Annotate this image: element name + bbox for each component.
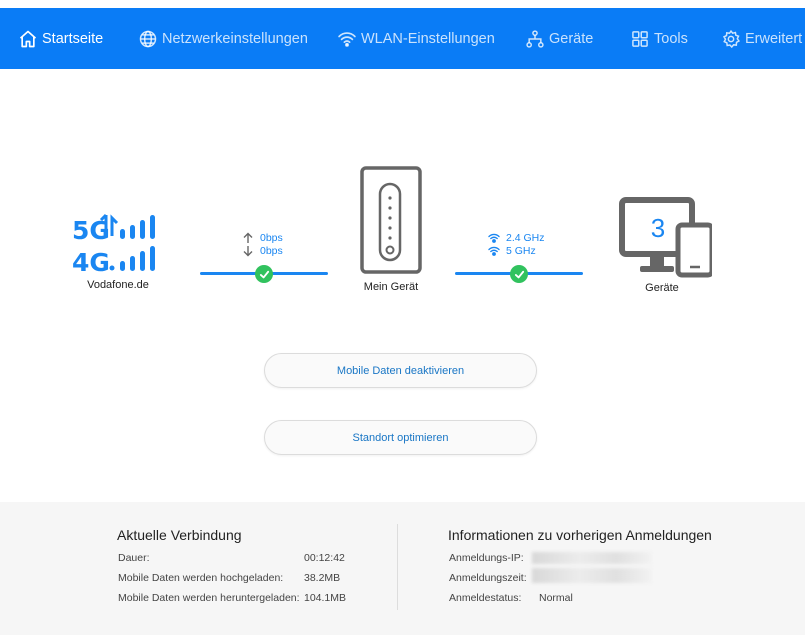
connected-devices-count: 3 [650, 213, 666, 243]
wifi-ok-check-icon [510, 265, 528, 283]
login-ip-label: Anmeldungs-IP: [449, 552, 524, 564]
info-divider [397, 524, 398, 610]
connection-duration-value: 00:12:42 [304, 552, 345, 564]
wifi-icon [338, 31, 356, 47]
devices-tree-icon [526, 29, 544, 48]
info-panel [0, 502, 805, 635]
devices-icon: 3 [612, 197, 712, 279]
nav-label: Geräte [549, 30, 594, 47]
provider-name: Vodafone.de [87, 279, 149, 291]
nav-item-startseite[interactable]: Startseite [18, 8, 103, 69]
wifi-icon [488, 246, 500, 256]
upload-volume-value: 38.2MB [304, 572, 341, 584]
upload-volume-label: Mobile Daten werden hochgeladen: [118, 572, 284, 584]
connection-title: Aktuelle Verbindung [117, 527, 242, 543]
nav-item-erweitert[interactable]: Erweitert [721, 8, 802, 69]
nav-label: WLAN-Einstellungen [361, 30, 495, 47]
nav-item-tools[interactable]: Tools [630, 8, 688, 69]
provider-node: 5G 4G Vodafone.de [62, 210, 174, 291]
optimize-location-button[interactable]: Standort optimieren [264, 420, 537, 455]
login-time-label: Anmeldungszeit: [449, 572, 527, 584]
wifi-icon [488, 233, 500, 243]
upload-rate-value: 0bps [260, 231, 283, 244]
nav-label: Erweitert [745, 30, 803, 47]
logo-5g-text: 5G [72, 216, 110, 245]
login-info-title: Informationen zu vorherigen Anmeldungen [448, 527, 712, 543]
gear-icon [722, 29, 741, 48]
login-time-redacted [532, 568, 652, 583]
uplink-ok-check-icon [255, 265, 273, 283]
login-status-value: Normal [539, 592, 573, 604]
mobile-data-toggle-button[interactable]: Mobile Daten deaktivieren [264, 353, 537, 388]
nav-item-wlan-einstellungen[interactable]: WLAN-Einstellungen [337, 8, 495, 69]
clients-label: Geräte [645, 282, 679, 294]
login-ip-redacted [532, 552, 652, 564]
top-strip [0, 0, 805, 8]
download-rate-value: 0bps [260, 244, 283, 257]
network-5g-4g-signal-icon: 5G 4G [72, 213, 155, 276]
download-rate: 0bps [242, 244, 283, 257]
nav-label: Startseite [42, 30, 104, 47]
globe-icon [139, 30, 157, 47]
nav-label: Tools [654, 30, 688, 47]
connection-duration-label: Dauer: [118, 552, 150, 564]
main-navigation: Startseite Netzwerkeinstellungen WLAN-Ei… [0, 8, 805, 69]
home-icon [19, 30, 37, 47]
clients-node[interactable]: 3 Geräte [606, 197, 718, 294]
download-volume-label: Mobile Daten werden heruntergeladen: [118, 592, 300, 604]
wifi-band-24: 2.4 GHz [488, 231, 545, 244]
nav-label: Netzwerkeinstellungen [162, 30, 308, 47]
grid-icon [632, 30, 648, 47]
login-status-label: Anmeldestatus: [449, 592, 522, 604]
wifi-band-5: 5 GHz [488, 244, 536, 257]
router-node[interactable]: Mein Gerät [347, 166, 435, 293]
arrow-up-icon [243, 232, 253, 243]
upload-rate: 0bps [242, 231, 283, 244]
wifi-band-24-label: 2.4 GHz [506, 231, 545, 244]
arrow-down-icon [243, 245, 253, 256]
wifi-band-5-label: 5 GHz [506, 244, 536, 257]
router-device-icon [360, 166, 422, 274]
download-volume-value: 104.1MB [304, 592, 347, 604]
logo-4g-text: 4G [72, 248, 110, 276]
nav-item-geraete[interactable]: Geräte [525, 8, 593, 69]
nav-item-netzwerkeinstellungen[interactable]: Netzwerkeinstellungen [138, 8, 308, 69]
router-name: Mein Gerät [363, 281, 419, 293]
